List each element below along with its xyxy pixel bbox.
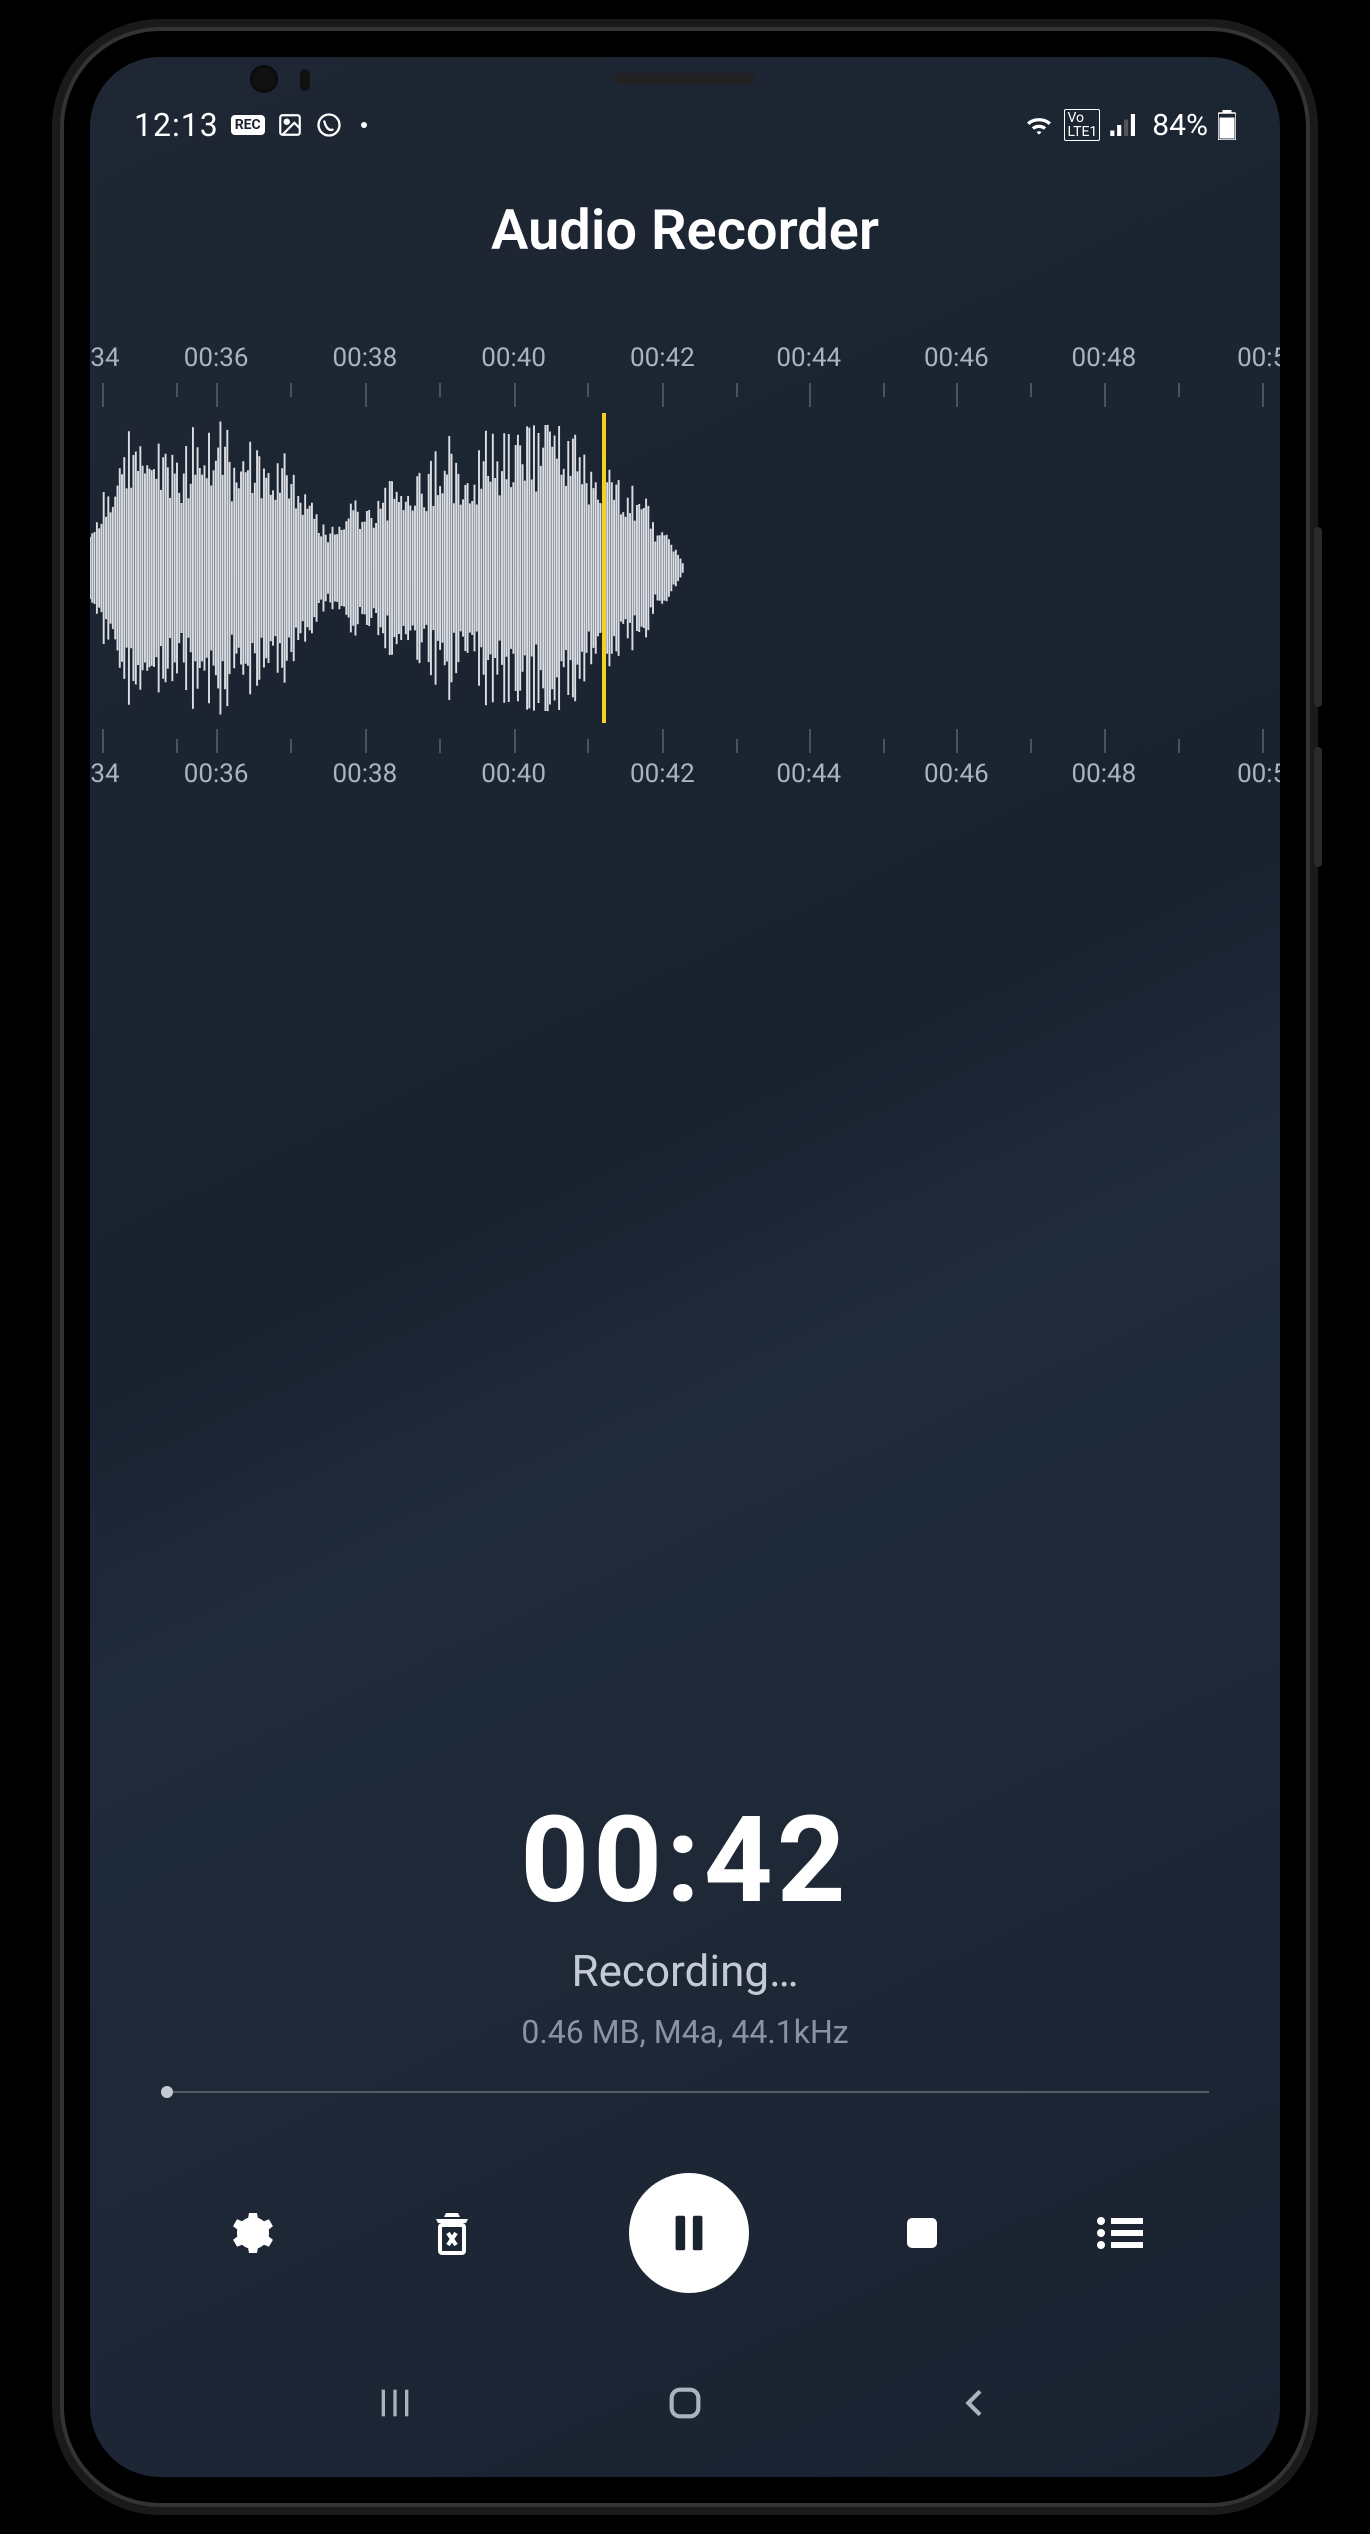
sensor bbox=[300, 69, 310, 91]
time-tick-label: 00:40 bbox=[481, 759, 546, 789]
delete-button[interactable] bbox=[428, 2207, 476, 2259]
progress-track[interactable] bbox=[161, 2091, 1208, 2093]
time-tick-label: 00:46 bbox=[924, 759, 989, 789]
waveform-canvas[interactable] bbox=[90, 413, 1280, 723]
time-tick-label: 00:48 bbox=[1072, 343, 1137, 373]
signal-icon bbox=[1110, 114, 1138, 136]
elapsed-time: 00:42 bbox=[520, 1791, 849, 1931]
ruler-ticks-bottom bbox=[90, 723, 1280, 753]
speaker-grille bbox=[615, 73, 755, 85]
control-bar bbox=[90, 2133, 1280, 2353]
home-icon bbox=[665, 2383, 705, 2423]
volume-button bbox=[1314, 527, 1322, 707]
time-tick-label: 00:44 bbox=[776, 759, 841, 789]
time-tick-label: 00:36 bbox=[184, 759, 249, 789]
settings-button[interactable] bbox=[227, 2209, 275, 2257]
volte-icon: VoLTE1 bbox=[1064, 109, 1100, 141]
timer-area: 00:42 Recording… 0.46 MB, M4a, 44.1kHz bbox=[90, 843, 1280, 2133]
pause-icon bbox=[666, 2210, 712, 2256]
time-tick-label: 00:40 bbox=[481, 343, 546, 373]
recents-nav-button[interactable] bbox=[375, 2383, 415, 2427]
screen: 12:13 REC VoLTE1 bbox=[90, 57, 1280, 2477]
battery-percentage: 84% bbox=[1152, 108, 1208, 143]
time-tick-label: 00:38 bbox=[333, 759, 398, 789]
time-tick-label: 00:5 bbox=[1237, 759, 1280, 789]
time-tick-label: 00:36 bbox=[184, 343, 249, 373]
wifi-icon bbox=[1024, 113, 1054, 137]
time-ruler-top: :34 00:36 00:38 00:40 00:42 00:44 00:46 00:48 00… bbox=[90, 343, 1280, 383]
home-nav-button[interactable] bbox=[665, 2383, 705, 2427]
stop-icon bbox=[902, 2213, 942, 2253]
time-tick-label: :34 bbox=[90, 759, 120, 789]
back-icon bbox=[955, 2383, 995, 2423]
gear-icon bbox=[227, 2209, 275, 2257]
ruler-ticks-top bbox=[90, 383, 1280, 413]
recents-icon bbox=[375, 2383, 415, 2423]
recordings-list-button[interactable] bbox=[1095, 2215, 1143, 2251]
back-nav-button[interactable] bbox=[955, 2383, 995, 2427]
waveform-svg bbox=[90, 413, 1280, 723]
time-tick-label: 00:42 bbox=[630, 759, 695, 789]
battery-icon bbox=[1218, 110, 1236, 140]
recording-status: Recording… bbox=[571, 1945, 798, 1997]
time-ruler-bottom: :34 00:36 00:38 00:40 00:42 00:44 00:46 00:48 00… bbox=[90, 759, 1280, 799]
file-info: 0.46 MB, M4a, 44.1kHz bbox=[521, 2013, 848, 2051]
stop-button[interactable] bbox=[902, 2213, 942, 2253]
waveform-area[interactable]: :34 00:36 00:38 00:40 00:42 00:44 00:46 00:48 00… bbox=[90, 343, 1280, 843]
power-button bbox=[1314, 747, 1322, 867]
time-tick-label: 00:46 bbox=[924, 343, 989, 373]
time-tick-label: 00:42 bbox=[630, 343, 695, 373]
list-icon bbox=[1095, 2215, 1143, 2251]
whatsapp-icon bbox=[315, 111, 343, 139]
front-camera bbox=[250, 65, 278, 93]
notification-dot-icon bbox=[361, 122, 367, 128]
image-icon bbox=[277, 112, 303, 138]
progress-thumb[interactable] bbox=[161, 2086, 173, 2098]
time-tick-label: 00:5 bbox=[1237, 343, 1280, 373]
time-tick-label: :34 bbox=[90, 343, 120, 373]
pause-button[interactable] bbox=[629, 2173, 749, 2293]
time-tick-label: 00:44 bbox=[776, 343, 841, 373]
trash-icon bbox=[428, 2207, 476, 2259]
app-title: Audio Recorder bbox=[90, 157, 1280, 343]
playhead[interactable] bbox=[602, 413, 606, 723]
status-time: 12:13 bbox=[134, 106, 219, 144]
system-nav-bar bbox=[90, 2353, 1280, 2477]
time-tick-label: 00:38 bbox=[333, 343, 398, 373]
rec-icon: REC bbox=[231, 115, 265, 135]
phone-frame: 12:13 REC VoLTE1 bbox=[60, 27, 1310, 2507]
time-tick-label: 00:48 bbox=[1072, 759, 1137, 789]
